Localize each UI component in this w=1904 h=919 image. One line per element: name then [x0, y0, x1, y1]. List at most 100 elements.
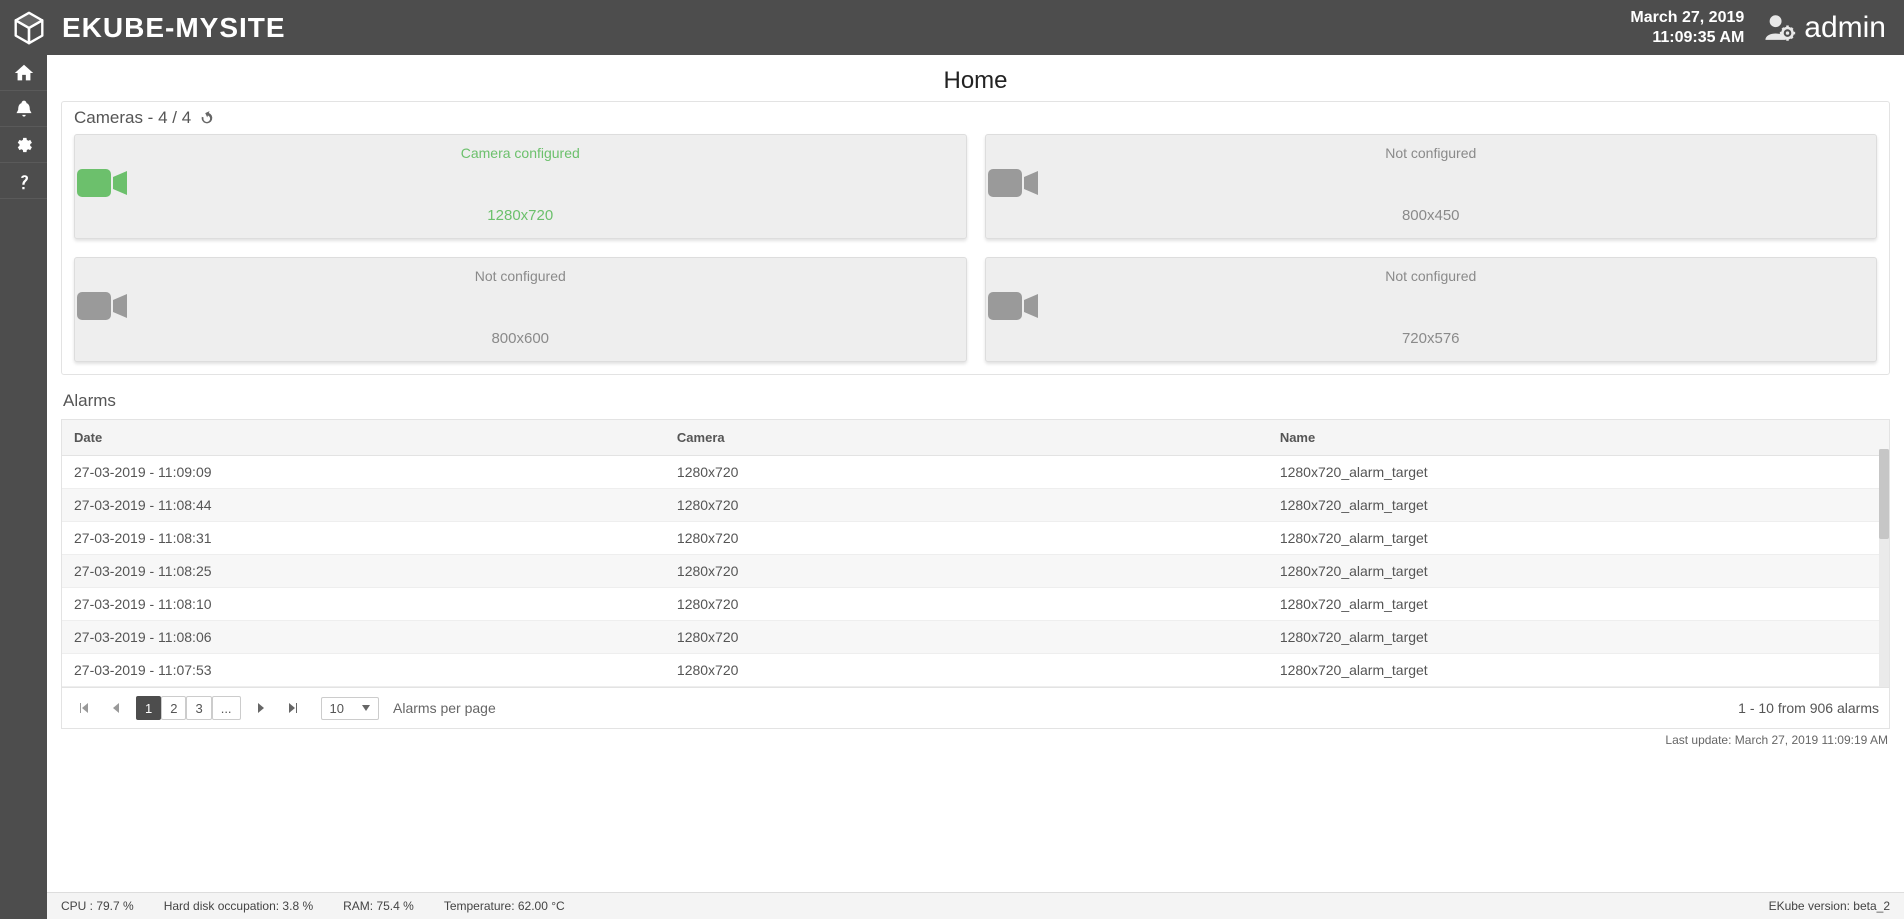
pager-next[interactable]	[249, 696, 273, 720]
table-row[interactable]: 27-03-2019 - 11:08:311280x7201280x720_al…	[62, 522, 1889, 555]
header-date: March 27, 2019	[1630, 8, 1744, 28]
cell-name: 1280x720_alarm_target	[1268, 522, 1889, 555]
column-header-camera[interactable]: Camera	[665, 420, 1268, 456]
camera-icon	[986, 165, 1877, 201]
cell-date: 27-03-2019 - 11:09:09	[62, 456, 665, 489]
alarms-table: Date Camera Name 27-03-2019 - 11:09:0912…	[62, 419, 1889, 687]
sidebar	[0, 55, 47, 919]
datetime: March 27, 2019 11:09:35 AM	[1630, 8, 1744, 48]
pager-page[interactable]: 2	[161, 696, 186, 720]
camera-icon	[986, 288, 1877, 324]
alarms-panel: Alarms Date Camera Name 27-03-2019 - 11:…	[61, 391, 1890, 747]
footer-cpu: CPU : 79.7 %	[61, 899, 134, 913]
pager-last[interactable]	[281, 696, 305, 720]
camera-card[interactable]: Not configured 800x450	[985, 134, 1878, 239]
table-row[interactable]: 27-03-2019 - 11:07:531280x7201280x720_al…	[62, 654, 1889, 687]
user-gear-icon	[1762, 11, 1796, 45]
camera-resolution: 800x600	[75, 330, 966, 347]
header-time: 11:09:35 AM	[1630, 28, 1744, 48]
question-icon	[15, 171, 33, 191]
table-row[interactable]: 27-03-2019 - 11:08:441280x7201280x720_al…	[62, 489, 1889, 522]
header-bar: EKUBE-MYSITE March 27, 2019 11:09:35 AM	[0, 0, 1904, 55]
cell-camera: 1280x720	[665, 654, 1268, 687]
user-menu[interactable]: admin	[1762, 11, 1886, 45]
chevron-down-icon	[362, 705, 370, 711]
cell-date: 27-03-2019 - 11:08:06	[62, 621, 665, 654]
cell-name: 1280x720_alarm_target	[1268, 489, 1889, 522]
camera-icon	[75, 165, 966, 201]
column-header-name[interactable]: Name	[1268, 420, 1889, 456]
user-name: admin	[1804, 11, 1886, 45]
camera-status: Not configured	[986, 268, 1877, 284]
cell-camera: 1280x720	[665, 588, 1268, 621]
sidebar-item-alerts[interactable]	[0, 91, 47, 127]
pager-page[interactable]: 1	[136, 696, 161, 720]
home-icon	[13, 62, 35, 84]
cell-name: 1280x720_alarm_target	[1268, 621, 1889, 654]
page-size-value: 10	[330, 701, 344, 716]
cell-camera: 1280x720	[665, 489, 1268, 522]
sidebar-item-help[interactable]	[0, 163, 47, 199]
cell-camera: 1280x720	[665, 621, 1268, 654]
footer-status-bar: CPU : 79.7 % Hard disk occupation: 3.8 %…	[47, 892, 1904, 919]
table-row[interactable]: 27-03-2019 - 11:08:061280x7201280x720_al…	[62, 621, 1889, 654]
camera-card[interactable]: Not configured 720x576	[985, 257, 1878, 362]
cameras-panel-title: Cameras - 4 / 4	[74, 108, 1877, 128]
scrollbar[interactable]	[1879, 449, 1889, 687]
cell-date: 27-03-2019 - 11:08:10	[62, 588, 665, 621]
table-row[interactable]: 27-03-2019 - 11:09:091280x7201280x720_al…	[62, 456, 1889, 489]
footer-disk: Hard disk occupation: 3.8 %	[164, 899, 313, 913]
pager-first[interactable]	[72, 696, 96, 720]
header-right: March 27, 2019 11:09:35 AM a	[1630, 8, 1886, 48]
pager-label: Alarms per page	[393, 700, 496, 716]
page-size-select[interactable]: 10	[321, 697, 379, 720]
cell-name: 1280x720_alarm_target	[1268, 456, 1889, 489]
alarms-table-wrap: Date Camera Name 27-03-2019 - 11:09:0912…	[61, 419, 1890, 688]
camera-status: Not configured	[75, 268, 966, 284]
footer-temp: Temperature: 62.00 °C	[444, 899, 565, 913]
pager-prev[interactable]	[104, 696, 128, 720]
camera-status: Not configured	[986, 145, 1877, 161]
camera-status: Camera configured	[75, 145, 966, 161]
cell-camera: 1280x720	[665, 456, 1268, 489]
camera-card[interactable]: Camera configured 1280x720	[74, 134, 967, 239]
column-header-date[interactable]: Date	[62, 420, 665, 456]
cell-name: 1280x720_alarm_target	[1268, 588, 1889, 621]
pager-page[interactable]: 3	[186, 696, 211, 720]
table-row[interactable]: 27-03-2019 - 11:08:101280x7201280x720_al…	[62, 588, 1889, 621]
alarms-panel-title: Alarms	[61, 391, 1890, 415]
cell-date: 27-03-2019 - 11:08:31	[62, 522, 665, 555]
cell-camera: 1280x720	[665, 522, 1268, 555]
last-update: Last update: March 27, 2019 11:09:19 AM	[61, 733, 1888, 747]
scrollbar-thumb[interactable]	[1879, 449, 1889, 539]
camera-resolution: 1280x720	[75, 207, 966, 224]
camera-resolution: 720x576	[986, 330, 1877, 347]
cameras-title-text: Cameras - 4 / 4	[74, 108, 191, 128]
cell-name: 1280x720_alarm_target	[1268, 555, 1889, 588]
footer-version: EKube version: beta_2	[1769, 899, 1890, 913]
pager-page[interactable]: ...	[212, 696, 241, 720]
camera-resolution: 800x450	[986, 207, 1877, 224]
cell-date: 27-03-2019 - 11:07:53	[62, 654, 665, 687]
footer-ram: RAM: 75.4 %	[343, 899, 414, 913]
cell-name: 1280x720_alarm_target	[1268, 654, 1889, 687]
page-title: Home	[61, 67, 1890, 95]
bell-icon	[14, 99, 34, 119]
cell-date: 27-03-2019 - 11:08:25	[62, 555, 665, 588]
cell-date: 27-03-2019 - 11:08:44	[62, 489, 665, 522]
logo-block: EKUBE-MYSITE	[10, 9, 286, 47]
pager: 123... 10 Alarms per page 1 - 10 from 90…	[61, 688, 1890, 729]
gear-icon	[14, 135, 34, 155]
pager-info: 1 - 10 from 906 alarms	[1738, 700, 1879, 716]
refresh-icon[interactable]	[199, 110, 215, 126]
sidebar-item-settings[interactable]	[0, 127, 47, 163]
cameras-panel: Cameras - 4 / 4 Camera configured 1280x72…	[61, 101, 1890, 375]
main-content: Home Cameras - 4 / 4 Camera configured12…	[47, 55, 1904, 747]
sidebar-item-home[interactable]	[0, 55, 47, 91]
cube-logo-icon	[10, 9, 48, 47]
cell-camera: 1280x720	[665, 555, 1268, 588]
table-row[interactable]: 27-03-2019 - 11:08:251280x7201280x720_al…	[62, 555, 1889, 588]
camera-icon	[75, 288, 966, 324]
camera-card[interactable]: Not configured 800x600	[74, 257, 967, 362]
site-title: EKUBE-MYSITE	[62, 12, 286, 44]
